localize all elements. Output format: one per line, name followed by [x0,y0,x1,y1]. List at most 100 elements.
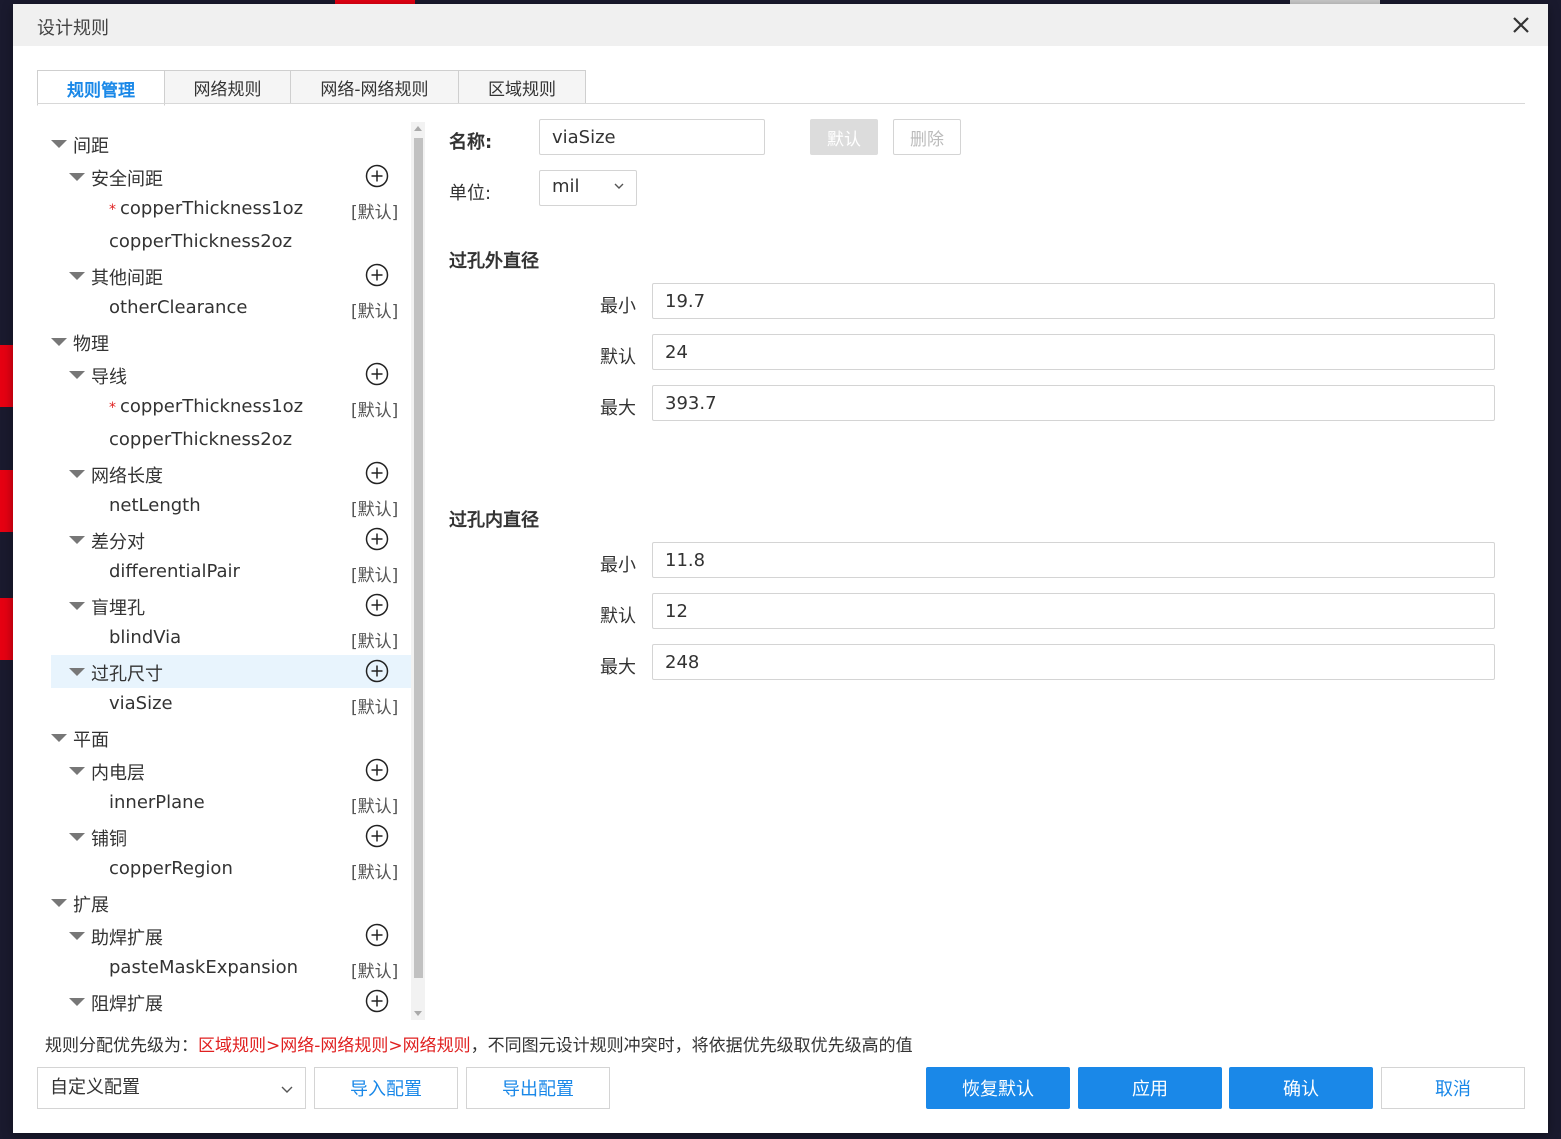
caret-down-icon[interactable] [69,932,85,940]
priority-prefix: 规则分配优先级为： [45,1036,198,1056]
caret-down-icon[interactable] [69,602,85,610]
add-circle-icon[interactable] [365,593,389,617]
export-config-button[interactable]: 导出配置 [466,1067,610,1109]
tree-rule-item[interactable]: * copperThickness1oz [默认] [51,193,411,226]
caret-down-icon[interactable] [69,371,85,379]
scroll-thumb[interactable] [414,138,423,978]
add-circle-icon[interactable] [365,923,389,947]
caret-down-icon[interactable] [51,899,67,907]
caret-down-icon[interactable] [51,338,67,346]
import-config-button[interactable]: 导入配置 [314,1067,458,1109]
tree-rule-group[interactable]: 网络长度 [51,457,411,490]
outer-max-input[interactable] [652,385,1495,421]
default-tag: [默认] [351,863,399,883]
tree-item-text: copperThickness1oz [120,396,304,417]
tree-rule-item[interactable]: copperRegion [默认] [51,853,411,886]
tree-item-label: 网络长度 [91,462,163,488]
tree-rule-item[interactable]: pasteMaskExpansion [默认] [51,952,411,985]
tree-category[interactable]: 平面 [51,721,411,754]
caret-down-icon[interactable] [69,173,85,181]
caret-down-icon[interactable] [69,536,85,544]
caret-down-icon[interactable] [51,140,67,148]
dialog-title: 设计规则 [37,18,109,39]
set-default-button[interactable]: 默认 [810,119,878,155]
outer-default-input[interactable] [652,334,1495,370]
inner-max-input[interactable] [652,644,1495,680]
priority-order: 区域规则>网络-网络规则>网络规则 [198,1036,471,1056]
tab-net-to-net-rules[interactable]: 网络-网络规则 [290,70,459,103]
tree-rule-group[interactable]: 内电层 [51,754,411,787]
confirm-button[interactable]: 确认 [1229,1067,1373,1109]
inner-min-label: 最小 [600,555,636,576]
caret-down-icon[interactable] [69,668,85,676]
add-circle-icon[interactable] [365,164,389,188]
tab-net-rules[interactable]: 网络规则 [164,70,291,103]
caret-down-icon[interactable] [69,767,85,775]
restore-default-button[interactable]: 恢复默认 [926,1067,1070,1109]
add-circle-icon[interactable] [365,659,389,683]
tree-rule-group[interactable]: 导线 [51,358,411,391]
background-canvas-fragment [0,598,13,660]
tree-item-label: 内电层 [91,759,145,785]
tab-region-rules[interactable]: 区域规则 [458,70,586,103]
priority-suffix: ，不同图元设计规则冲突时，将依据优先级取优先级高的值 [470,1036,913,1056]
tree-rule-item[interactable]: innerPlane [默认] [51,787,411,820]
tree-rule-item[interactable]: * copperThickness1oz [默认] [51,391,411,424]
add-circle-icon[interactable] [365,527,389,551]
outer-min-input[interactable] [652,283,1495,319]
dialog-titlebar: 设计规则 [13,4,1548,46]
add-circle-icon[interactable] [365,362,389,386]
outer-diameter-title: 过孔外直径 [449,251,539,272]
tree-rule-item[interactable]: differentialPair [默认] [51,556,411,589]
caret-down-icon[interactable] [51,734,67,742]
tree-rule-item[interactable]: netLength [默认] [51,490,411,523]
tree-rule-item[interactable]: viaSize [默认] [51,688,411,721]
caret-down-icon[interactable] [69,833,85,841]
unit-select[interactable]: mil [539,170,637,206]
name-input[interactable] [539,119,765,155]
add-circle-icon[interactable] [365,461,389,485]
delete-button[interactable]: 删除 [893,119,961,155]
tree-rule-item[interactable]: copperThickness2oz [51,424,411,457]
tree-rule-group[interactable]: 盲埋孔 [51,589,411,622]
tree-rule-item[interactable]: copperThickness2oz [51,226,411,259]
inner-min-input[interactable] [652,542,1495,578]
apply-button[interactable]: 应用 [1078,1067,1222,1109]
caret-down-icon[interactable] [69,272,85,280]
add-circle-icon[interactable] [365,989,389,1013]
tree-rule-group[interactable]: 其他间距 [51,259,411,292]
tree-rule-group[interactable]: 阻焊扩展 [51,985,411,1018]
tree-category[interactable]: 间距 [51,127,411,160]
add-circle-icon[interactable] [365,824,389,848]
scroll-down-arrow-icon[interactable] [414,1011,422,1016]
tree-rule-item[interactable]: blindVia [默认] [51,622,411,655]
tree-item-label: 平面 [73,726,109,752]
cancel-button[interactable]: 取消 [1381,1067,1525,1109]
tree-item-label: 助焊扩展 [91,924,163,950]
close-icon[interactable] [1508,12,1534,38]
rule-tree: 间距 安全间距 * copperThickness1oz [默认] copperThick… [51,122,411,1020]
tree-rule-group[interactable]: 助焊扩展 [51,919,411,952]
tree-item-label: differentialPair [109,561,240,582]
tree-rule-item[interactable]: otherClearance [默认] [51,292,411,325]
caret-down-icon[interactable] [69,470,85,478]
inner-default-input[interactable] [652,593,1495,629]
tree-rule-group[interactable]: 铺铜 [51,820,411,853]
tree-rule-group[interactable]: 差分对 [51,523,411,556]
tree-category[interactable]: 物理 [51,325,411,358]
tree-category[interactable]: 扩展 [51,886,411,919]
add-circle-icon[interactable] [365,263,389,287]
tab-rule-management[interactable]: 规则管理 [37,70,165,106]
config-select[interactable]: 自定义配置 [37,1067,306,1109]
tree-item-text: blindVia [109,627,182,648]
tree-item-text: pasteMaskExpansion [109,957,299,978]
tree-scrollbar[interactable] [411,122,425,1020]
add-circle-icon[interactable] [365,758,389,782]
tree-item-text: 助焊扩展 [91,928,163,949]
tree-rule-group[interactable]: 安全间距 [51,160,411,193]
tree-item-label: * copperThickness1oz [109,198,303,219]
scroll-up-arrow-icon[interactable] [414,126,422,131]
unit-value: mil [552,176,580,197]
caret-down-icon[interactable] [69,998,85,1006]
tree-rule-group[interactable]: 过孔尺寸 [51,655,411,688]
